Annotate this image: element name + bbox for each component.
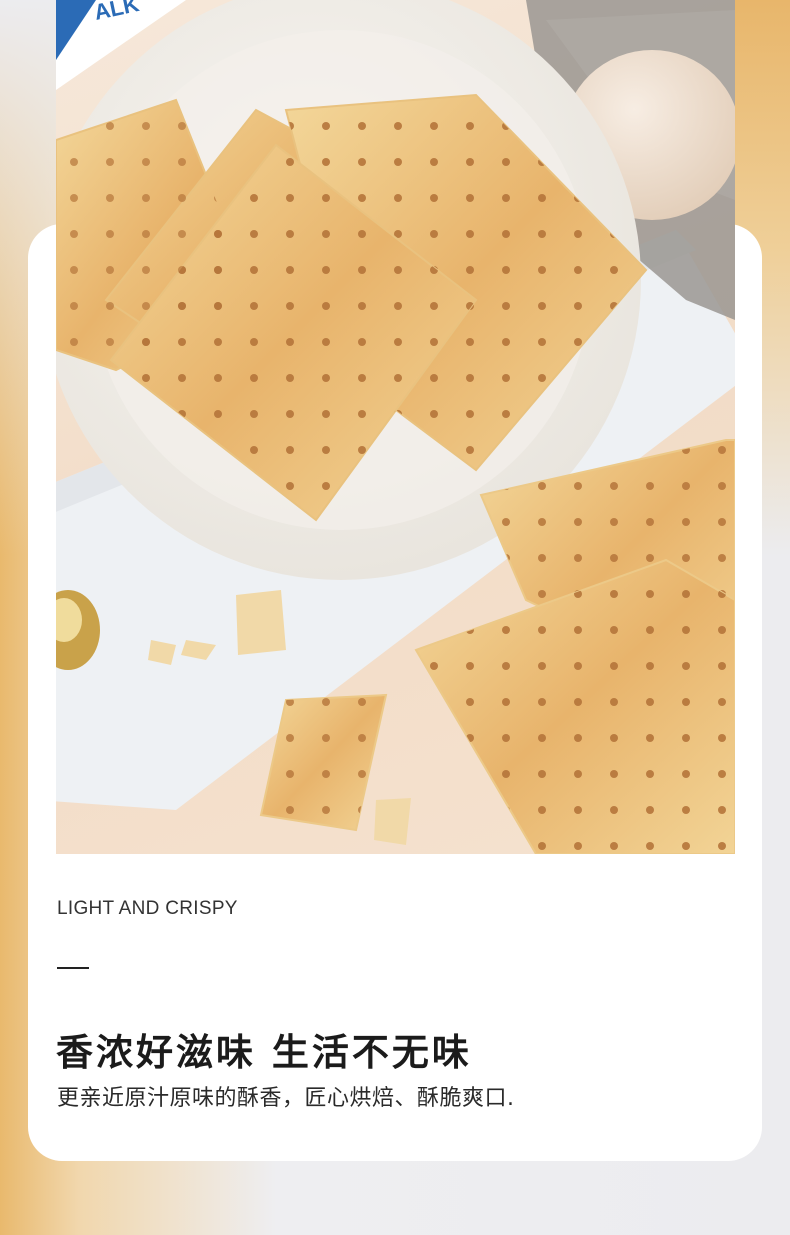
cracker-photo-illustration: ALK xyxy=(56,0,735,854)
caption-subtitle: 更亲近原汁原味的酥香，匠心烘焙、酥脆爽口. xyxy=(57,1086,515,1111)
caption-title: 香浓好滋味 生活不无味 xyxy=(56,1030,472,1074)
product-photo: ALK xyxy=(56,0,735,854)
divider-dash xyxy=(57,967,89,969)
caption-english: LIGHT AND CRISPY xyxy=(57,898,238,919)
